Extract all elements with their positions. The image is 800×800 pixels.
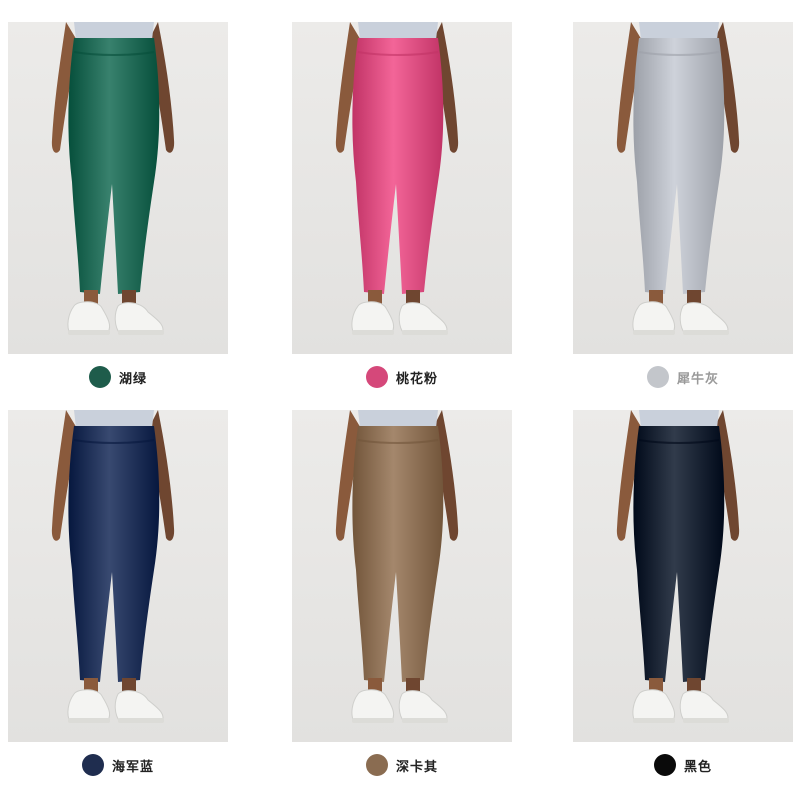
color-option[interactable]: 桃花粉 [292,366,512,388]
legging-illustration [292,410,512,742]
product-photo [292,22,512,354]
product-photo [292,410,512,742]
product-photo [8,22,228,354]
color-name: 深卡其 [395,759,438,775]
color-name: 海军蓝 [111,759,154,775]
color-swatch[interactable] [365,754,388,776]
product-color-grid: 湖绿 桃花粉 犀牛灰 海军蓝 深卡其 黑色 [0,0,800,800]
product-photo [573,22,793,354]
color-name: 黑色 [683,759,712,775]
legging-illustration [573,410,793,742]
color-option[interactable]: 深卡其 [292,754,512,776]
color-swatch[interactable] [81,754,104,776]
legging-illustration [8,22,228,354]
legging-illustration [292,22,512,354]
color-name: 犀牛灰 [676,371,719,387]
color-option[interactable]: 犀牛灰 [573,366,793,388]
product-card[interactable]: 犀牛灰 [573,22,793,402]
color-swatch[interactable] [646,366,669,388]
product-card[interactable]: 海军蓝 [8,410,228,790]
color-option[interactable]: 海军蓝 [8,754,228,776]
color-name: 桃花粉 [395,371,438,387]
color-option[interactable]: 湖绿 [8,366,228,388]
color-swatch[interactable] [365,366,388,388]
product-card[interactable]: 深卡其 [292,410,512,790]
color-option[interactable]: 黑色 [573,754,793,776]
product-card[interactable]: 湖绿 [8,22,228,402]
legging-illustration [8,410,228,742]
product-photo [8,410,228,742]
product-card[interactable]: 黑色 [573,410,793,790]
color-swatch[interactable] [88,366,111,388]
product-card[interactable]: 桃花粉 [292,22,512,402]
color-swatch[interactable] [653,754,676,776]
color-name: 湖绿 [118,371,147,387]
product-photo [573,410,793,742]
legging-illustration [573,22,793,354]
